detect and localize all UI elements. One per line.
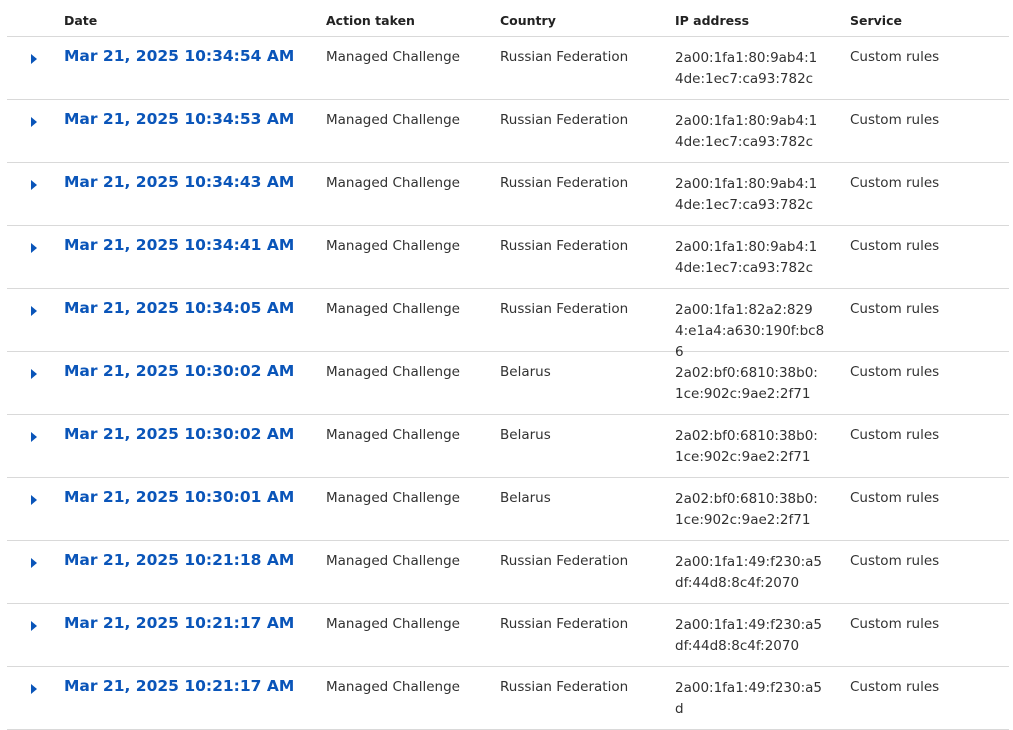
ip-address: 2a00:1fa1:49:f230:a5df:44d8:8c4f:2070 bbox=[675, 617, 822, 654]
table-row[interactable]: Mar 21, 2025 10:21:17 AM Managed Challeng… bbox=[7, 667, 1009, 730]
table-header-row: Date Action taken Country IP address Ser… bbox=[7, 0, 1009, 37]
action-taken: Managed Challenge bbox=[326, 616, 460, 632]
event-date-link[interactable]: Mar 21, 2025 10:21:18 AM bbox=[64, 551, 294, 569]
country: Russian Federation bbox=[500, 301, 629, 317]
ip-address: 2a00:1fa1:49:f230:a5d bbox=[675, 680, 822, 717]
event-date-link[interactable]: Mar 21, 2025 10:34:53 AM bbox=[64, 110, 294, 128]
table-row[interactable]: Mar 21, 2025 10:21:17 AM Managed Challeng… bbox=[7, 604, 1009, 667]
country: Russian Federation bbox=[500, 112, 629, 128]
action-taken: Managed Challenge bbox=[326, 49, 460, 65]
ip-address: 2a00:1fa1:80:9ab4:14de:1ec7:ca93:782c bbox=[675, 176, 818, 213]
service: Custom rules bbox=[850, 490, 940, 506]
service: Custom rules bbox=[850, 427, 940, 443]
table-row[interactable]: Mar 21, 2025 10:34:53 AM Managed Challeng… bbox=[7, 100, 1009, 163]
event-date-link[interactable]: Mar 21, 2025 10:34:54 AM bbox=[64, 47, 294, 65]
ip-address: 2a02:bf0:6810:38b0:1ce:902c:9ae2:2f71 bbox=[675, 365, 818, 402]
action-taken: Managed Challenge bbox=[326, 553, 460, 569]
table-row[interactable]: Mar 21, 2025 10:34:43 AM Managed Challeng… bbox=[7, 163, 1009, 226]
service: Custom rules bbox=[850, 553, 940, 569]
country: Russian Federation bbox=[500, 238, 629, 254]
country: Russian Federation bbox=[500, 679, 629, 695]
event-date-link[interactable]: Mar 21, 2025 10:21:17 AM bbox=[64, 677, 294, 695]
expand-row-icon[interactable] bbox=[27, 493, 41, 507]
service: Custom rules bbox=[850, 364, 940, 380]
expand-row-icon[interactable] bbox=[27, 241, 41, 255]
ip-address: 2a00:1fa1:80:9ab4:14de:1ec7:ca93:782c bbox=[675, 50, 818, 87]
event-date-link[interactable]: Mar 21, 2025 10:34:41 AM bbox=[64, 236, 294, 254]
table-body: Mar 21, 2025 10:34:54 AM Managed Challeng… bbox=[0, 37, 1013, 730]
table-row[interactable]: Mar 21, 2025 10:34:54 AM Managed Challeng… bbox=[7, 37, 1009, 100]
country: Russian Federation bbox=[500, 175, 629, 191]
table-row[interactable]: Mar 21, 2025 10:30:02 AM Managed Challeng… bbox=[7, 415, 1009, 478]
table-row[interactable]: Mar 21, 2025 10:34:05 AM Managed Challeng… bbox=[7, 289, 1009, 360]
column-header-date[interactable]: Date bbox=[64, 13, 97, 28]
country: Belarus bbox=[500, 490, 551, 506]
table-row[interactable]: Mar 21, 2025 10:21:18 AM Managed Challeng… bbox=[7, 541, 1009, 604]
country: Russian Federation bbox=[500, 616, 629, 632]
expand-row-icon[interactable] bbox=[27, 367, 41, 381]
ip-address: 2a00:1fa1:80:9ab4:14de:1ec7:ca93:782c bbox=[675, 239, 818, 276]
action-taken: Managed Challenge bbox=[326, 238, 460, 254]
action-taken: Managed Challenge bbox=[326, 301, 460, 317]
country: Russian Federation bbox=[500, 49, 629, 65]
column-header-country[interactable]: Country bbox=[500, 13, 556, 28]
ip-address: 2a02:bf0:6810:38b0:1ce:902c:9ae2:2f71 bbox=[675, 491, 818, 528]
security-events-table: Date Action taken Country IP address Ser… bbox=[0, 0, 1013, 730]
action-taken: Managed Challenge bbox=[326, 679, 460, 695]
action-taken: Managed Challenge bbox=[326, 364, 460, 380]
action-taken: Managed Challenge bbox=[326, 427, 460, 443]
column-header-service[interactable]: Service bbox=[850, 13, 902, 28]
action-taken: Managed Challenge bbox=[326, 175, 460, 191]
service: Custom rules bbox=[850, 175, 940, 191]
expand-row-icon[interactable] bbox=[27, 304, 41, 318]
table-row[interactable]: Mar 21, 2025 10:30:02 AM Managed Challeng… bbox=[7, 352, 1009, 415]
country: Belarus bbox=[500, 364, 551, 380]
table-row[interactable]: Mar 21, 2025 10:30:01 AM Managed Challeng… bbox=[7, 478, 1009, 541]
expand-row-icon[interactable] bbox=[27, 556, 41, 570]
action-taken: Managed Challenge bbox=[326, 112, 460, 128]
service: Custom rules bbox=[850, 301, 940, 317]
expand-row-icon[interactable] bbox=[27, 115, 41, 129]
event-date-link[interactable]: Mar 21, 2025 10:30:02 AM bbox=[64, 362, 294, 380]
country: Belarus bbox=[500, 427, 551, 443]
event-date-link[interactable]: Mar 21, 2025 10:21:17 AM bbox=[64, 614, 294, 632]
event-date-link[interactable]: Mar 21, 2025 10:34:05 AM bbox=[64, 299, 294, 317]
event-date-link[interactable]: Mar 21, 2025 10:34:43 AM bbox=[64, 173, 294, 191]
action-taken: Managed Challenge bbox=[326, 490, 460, 506]
country: Russian Federation bbox=[500, 553, 629, 569]
ip-address: 2a02:bf0:6810:38b0:1ce:902c:9ae2:2f71 bbox=[675, 428, 818, 465]
ip-address: 2a00:1fa1:49:f230:a5df:44d8:8c4f:2070 bbox=[675, 554, 822, 591]
column-header-ip[interactable]: IP address bbox=[675, 13, 749, 28]
expand-row-icon[interactable] bbox=[27, 619, 41, 633]
service: Custom rules bbox=[850, 49, 940, 65]
expand-row-icon[interactable] bbox=[27, 52, 41, 66]
service: Custom rules bbox=[850, 112, 940, 128]
service: Custom rules bbox=[850, 616, 940, 632]
expand-row-icon[interactable] bbox=[27, 430, 41, 444]
expand-row-icon[interactable] bbox=[27, 178, 41, 192]
ip-address: 2a00:1fa1:80:9ab4:14de:1ec7:ca93:782c bbox=[675, 113, 818, 150]
event-date-link[interactable]: Mar 21, 2025 10:30:02 AM bbox=[64, 425, 294, 443]
service: Custom rules bbox=[850, 679, 940, 695]
event-date-link[interactable]: Mar 21, 2025 10:30:01 AM bbox=[64, 488, 294, 506]
column-header-action[interactable]: Action taken bbox=[326, 13, 415, 28]
table-row[interactable]: Mar 21, 2025 10:34:41 AM Managed Challeng… bbox=[7, 226, 1009, 289]
service: Custom rules bbox=[850, 238, 940, 254]
